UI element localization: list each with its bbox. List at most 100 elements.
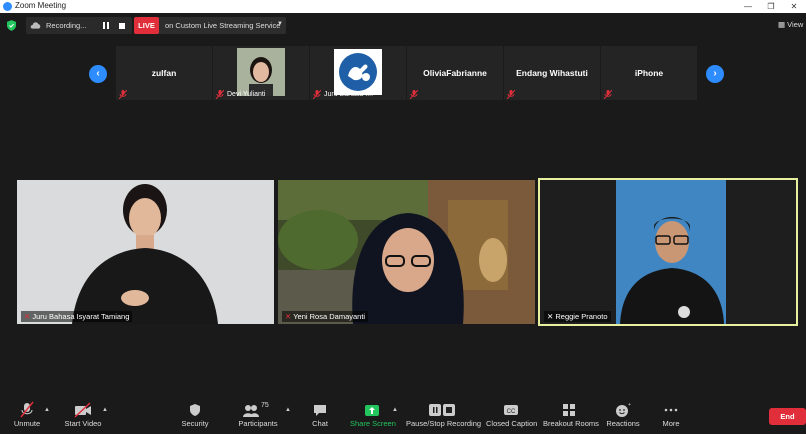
view-label: View bbox=[787, 20, 804, 29]
closed-caption-icon: CC bbox=[504, 405, 518, 415]
sign-language-logo bbox=[334, 49, 382, 95]
breakout-rooms-label: Breakout Rooms bbox=[543, 419, 599, 428]
participants-options-chevron-icon[interactable]: ▲ bbox=[285, 407, 291, 413]
share-options-chevron-icon[interactable]: ▲ bbox=[392, 407, 398, 413]
muted-mic-icon bbox=[20, 401, 34, 418]
participant-tile[interactable]: Endang Wihastuti bbox=[504, 46, 600, 100]
svg-text:CC: CC bbox=[507, 409, 516, 415]
participant-video-thumbnail bbox=[237, 48, 285, 96]
participant-name: Endang Wihastuti bbox=[516, 68, 588, 78]
muted-mic-icon bbox=[313, 90, 321, 99]
participants-button[interactable]: 75 Participants bbox=[236, 401, 280, 428]
video-off-icon bbox=[74, 402, 91, 418]
breakout-rooms-icon bbox=[563, 404, 575, 416]
video-feed bbox=[278, 180, 535, 324]
active-speaker-video-tile[interactable]: ✕ Reggie Pranoto bbox=[538, 178, 798, 326]
muted-mic-icon bbox=[507, 90, 515, 99]
participant-strip: ‹ zulfan Devi Yulianti Juru Bahasa I... bbox=[0, 46, 806, 102]
recording-indicator: Recording... bbox=[26, 17, 132, 34]
participant-tile[interactable]: iPhone bbox=[601, 46, 697, 100]
participants-icon bbox=[243, 405, 259, 417]
participants-count: 75 bbox=[261, 402, 269, 409]
live-stream-indicator[interactable]: LIVE on Custom Live Streaming Service ▼ bbox=[134, 17, 286, 34]
share-screen-label: Share Screen bbox=[350, 419, 396, 428]
security-label: Security bbox=[181, 419, 209, 428]
muted-mic-icon bbox=[119, 90, 127, 99]
participant-name: OliviaFabrianne bbox=[423, 68, 487, 78]
breakout-rooms-button[interactable]: Breakout Rooms bbox=[543, 401, 599, 428]
chevron-left-icon: ‹ bbox=[96, 68, 100, 79]
chat-label: Chat bbox=[312, 419, 328, 428]
grid-icon: ▦ bbox=[778, 20, 788, 29]
muted-mic-icon bbox=[410, 90, 418, 99]
stop-recording-icon[interactable] bbox=[119, 23, 125, 29]
more-dots-icon bbox=[664, 408, 678, 412]
participant-name: iPhone bbox=[634, 68, 664, 78]
pause-stop-icon bbox=[429, 404, 455, 416]
minimize-button[interactable]: — bbox=[737, 0, 759, 13]
chevron-down-icon[interactable]: ▼ bbox=[277, 21, 283, 27]
previous-page-button[interactable]: ‹ bbox=[89, 65, 107, 83]
meeting-toolbar: Unmute ▲ Start Video ▲ Security 75 Parti… bbox=[0, 399, 806, 434]
unmute-label: Unmute bbox=[13, 419, 41, 428]
participant-tile[interactable]: zulfan bbox=[116, 46, 212, 100]
video-tile[interactable]: ✕ Juru Bahasa Isyarat Tamiang bbox=[17, 180, 274, 324]
video-participant-label: ✕ Reggie Pranoto bbox=[544, 311, 611, 322]
audio-options-chevron-icon[interactable]: ▲ bbox=[44, 407, 50, 413]
video-feed bbox=[540, 180, 796, 324]
recording-controls-icon-group bbox=[428, 401, 456, 419]
live-badge: LIVE bbox=[134, 17, 159, 34]
restore-button[interactable]: ❐ bbox=[760, 0, 782, 13]
shield-icon[interactable] bbox=[7, 20, 16, 31]
share-screen-button[interactable]: Share Screen bbox=[350, 401, 396, 428]
security-button[interactable]: Security bbox=[178, 401, 212, 428]
share-screen-icon bbox=[365, 405, 379, 416]
view-button[interactable]: ▦ View bbox=[778, 20, 803, 29]
zoom-app-icon bbox=[3, 2, 12, 11]
participants-icon-group: 75 bbox=[243, 401, 273, 419]
close-button[interactable]: ✕ bbox=[783, 0, 805, 13]
chat-icon bbox=[314, 405, 326, 416]
participant-name: Devi Yulianti bbox=[227, 91, 266, 98]
closed-caption-label: Closed Caption bbox=[486, 419, 538, 428]
closed-caption-button[interactable]: CC Closed Caption bbox=[486, 401, 538, 428]
video-participant-label: ✕ Juru Bahasa Isyarat Tamiang bbox=[21, 311, 133, 322]
meeting-topbar: Recording... LIVE on Custom Live Streami… bbox=[0, 13, 806, 39]
more-label: More bbox=[662, 419, 680, 428]
recording-text: Recording... bbox=[46, 21, 87, 30]
next-page-button[interactable]: › bbox=[706, 65, 724, 83]
muted-mic-icon: ✕ bbox=[285, 312, 294, 321]
start-video-button[interactable]: Start Video bbox=[62, 401, 104, 428]
pause-recording-icon[interactable] bbox=[103, 22, 109, 29]
more-button[interactable]: More bbox=[658, 401, 684, 428]
shield-icon bbox=[190, 404, 200, 416]
reactions-button[interactable]: + Reactions bbox=[606, 401, 640, 428]
video-feed bbox=[17, 180, 274, 324]
reactions-label: Reactions bbox=[606, 419, 640, 428]
smiley-icon: + bbox=[616, 402, 631, 417]
participant-tile[interactable]: Juru Bahasa I... bbox=[310, 46, 406, 100]
participant-tile[interactable]: Devi Yulianti bbox=[213, 46, 309, 100]
muted-mic-icon bbox=[216, 90, 224, 99]
participant-tile[interactable]: OliviaFabrianne bbox=[407, 46, 503, 100]
chevron-right-icon: › bbox=[713, 68, 717, 79]
participants-label: Participants bbox=[238, 419, 278, 428]
participant-name: zulfan bbox=[151, 68, 177, 78]
svg-text:+: + bbox=[628, 402, 631, 408]
live-stream-text: on Custom Live Streaming Service bbox=[165, 21, 281, 30]
end-meeting-button[interactable]: End bbox=[769, 408, 806, 425]
cloud-icon bbox=[30, 22, 41, 29]
participant-name: Juru Bahasa I... bbox=[324, 91, 374, 98]
start-video-label: Start Video bbox=[64, 419, 102, 428]
chat-button[interactable]: Chat bbox=[307, 401, 333, 428]
video-tile[interactable]: ✕ Yeni Rosa Damayanti bbox=[278, 180, 535, 324]
unmute-button[interactable]: Unmute bbox=[10, 401, 44, 428]
video-participant-label: ✕ Yeni Rosa Damayanti bbox=[282, 311, 369, 322]
video-participant-name: Yeni Rosa Damayanti bbox=[293, 312, 366, 321]
window-titlebar: Zoom Meeting — ❐ ✕ bbox=[0, 0, 806, 13]
video-participant-name: Juru Bahasa Isyarat Tamiang bbox=[32, 312, 130, 321]
video-options-chevron-icon[interactable]: ▲ bbox=[102, 407, 108, 413]
video-participant-name: Reggie Pranoto bbox=[555, 312, 608, 321]
window-title: Zoom Meeting bbox=[15, 1, 67, 10]
pause-stop-recording-button[interactable]: Pause/Stop Recording bbox=[406, 401, 481, 428]
